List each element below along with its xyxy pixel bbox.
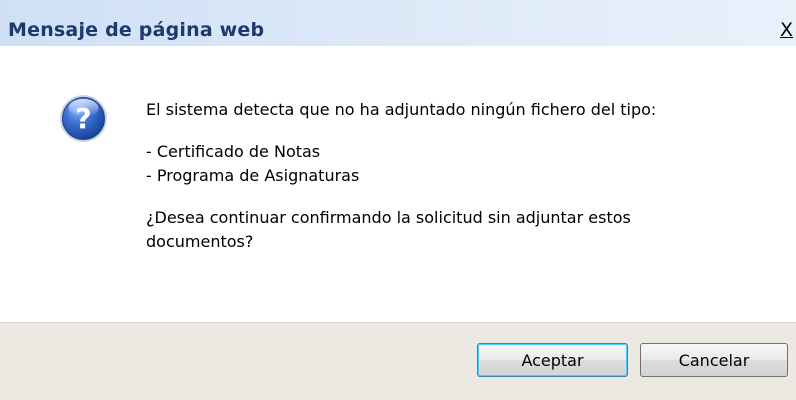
dialog-title: Mensaje de página web [8, 19, 265, 41]
button-bar: Aceptar Cancelar [0, 322, 796, 400]
cancel-button[interactable]: Cancelar [640, 343, 788, 377]
message-line: El sistema detecta que no ha adjuntado n… [146, 100, 657, 119]
svg-text:?: ? [75, 102, 91, 135]
message-question: ¿Desea continuar confirmando la solicitu… [146, 208, 631, 227]
close-button[interactable]: X [780, 18, 796, 42]
dialog-message: El sistema detecta que no ha adjuntado n… [146, 98, 786, 254]
dialog-content: ? El sistema detecta que no ha adjuntado… [0, 46, 796, 322]
accept-button[interactable]: Aceptar [477, 343, 628, 377]
message-list-item: - Programa de Asignaturas [146, 166, 360, 185]
title-bar[interactable]: Mensaje de página web X [0, 0, 796, 46]
message-question-continued: documentos? [146, 232, 254, 251]
message-list-item: - Certificado de Notas [146, 142, 321, 161]
message-dialog: Mensaje de página web X ? El sistema det… [0, 0, 796, 400]
question-icon: ? [60, 95, 107, 142]
